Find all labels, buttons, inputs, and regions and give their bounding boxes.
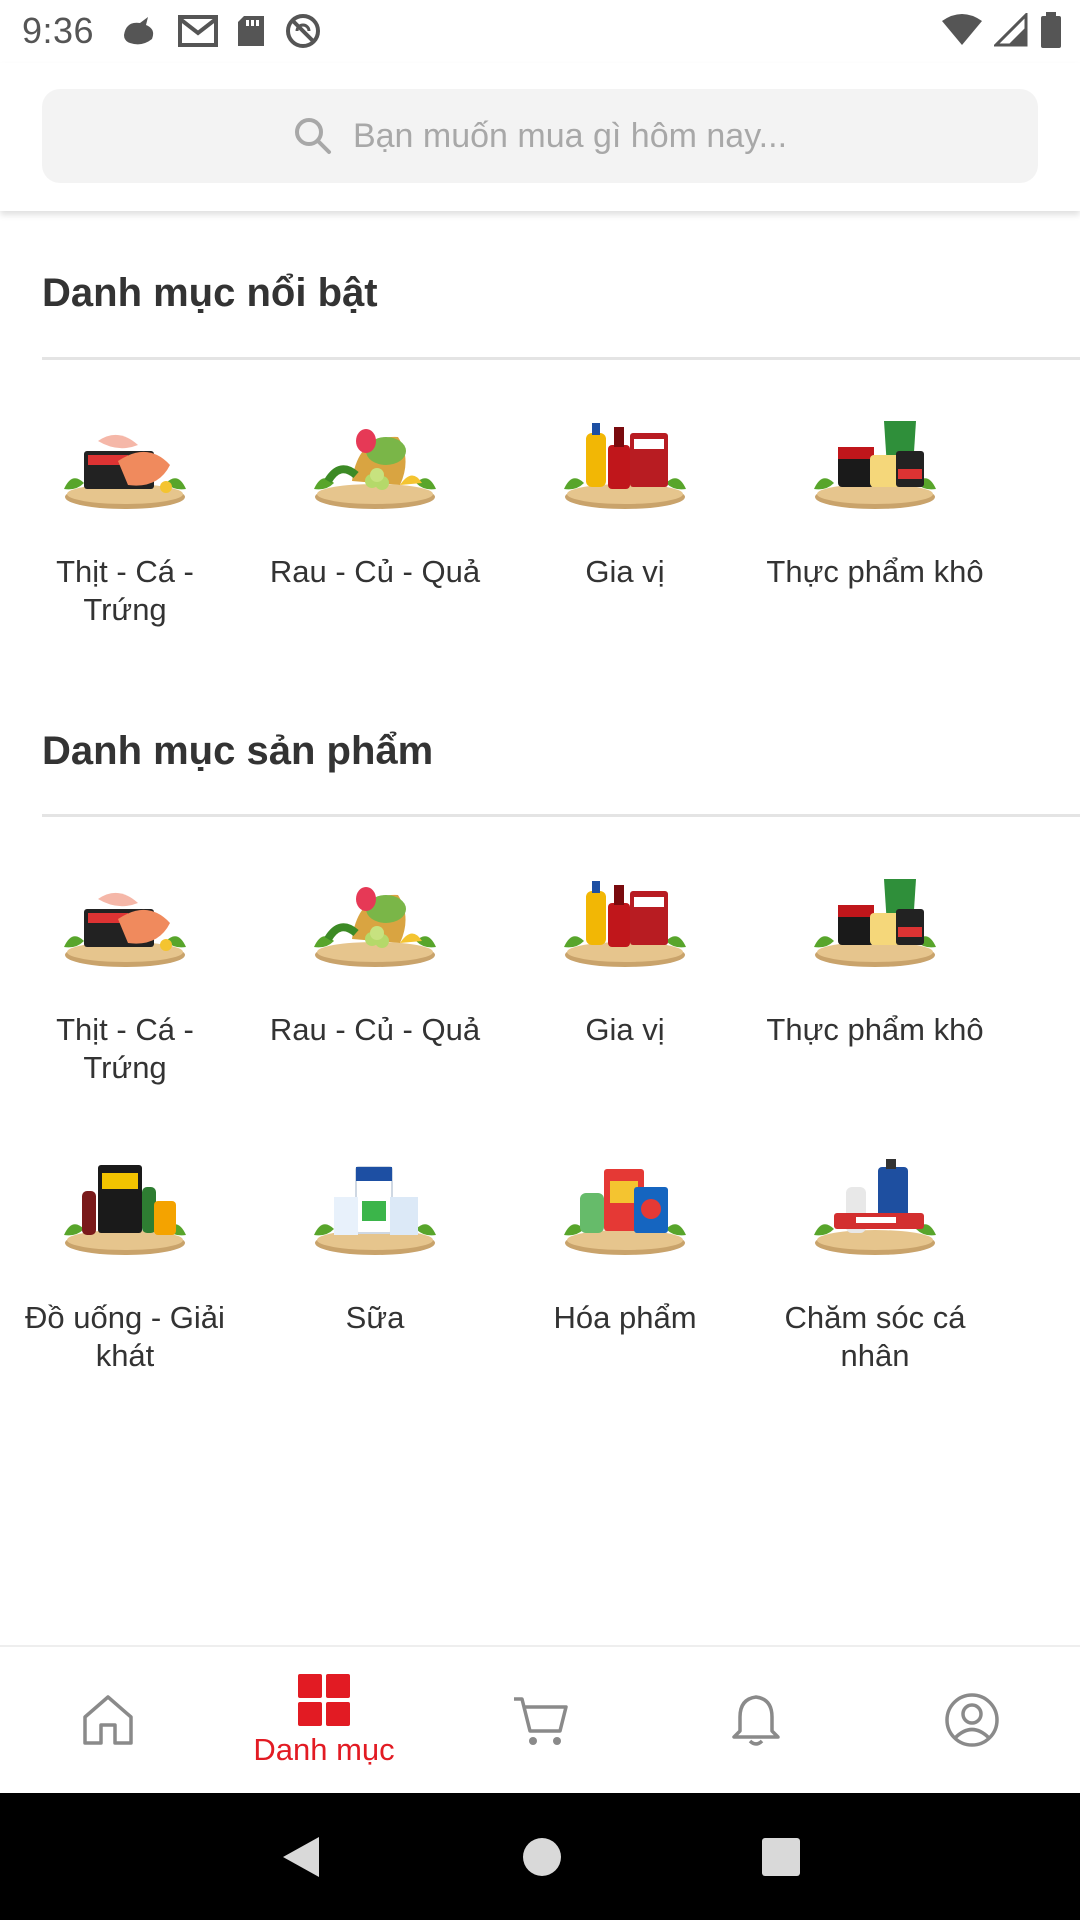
featured-item-vegetables[interactable]: Rau - Củ - Quả [250, 411, 500, 629]
spices-icon [564, 881, 686, 967]
nav-home[interactable] [0, 1647, 216, 1793]
featured-title: Danh mục nổi bật [42, 271, 378, 315]
category-label: Thịt - Cá - Trứng [56, 1012, 194, 1085]
category-label: Rau - Củ - Quả [269, 1012, 481, 1047]
category-label: Thịt - Cá - Trứng [56, 554, 194, 627]
signal-icon [994, 13, 1028, 47]
category-label: Gia vị [585, 554, 665, 589]
spices-icon [564, 423, 686, 509]
category-label: Hóa phẩm [553, 1300, 697, 1335]
product-item-milk[interactable]: Sữa [250, 1157, 500, 1375]
featured-divider [42, 357, 1080, 360]
category-icon [298, 1674, 350, 1726]
product-item-personal-care[interactable]: Chăm sóc cá nhân [750, 1157, 1000, 1375]
notification-icons [120, 12, 322, 50]
product-item-beverages[interactable]: Đồ uống - Giải khát [0, 1157, 250, 1375]
nav-category[interactable]: Danh mục [216, 1647, 432, 1793]
category-label: Đồ uống - Giải khát [25, 1300, 225, 1373]
meat-fish-egg-icon [64, 892, 186, 967]
search-icon [294, 118, 331, 154]
nav-account[interactable] [864, 1647, 1080, 1793]
gmail-icon [178, 15, 218, 47]
product-item-dry-food[interactable]: Thực phẩm khô [750, 869, 1000, 1087]
category-label: Gia vị [585, 1012, 665, 1047]
home-button-icon[interactable] [521, 1836, 563, 1878]
dry-food-icon [814, 421, 936, 509]
dry-food-icon [814, 879, 936, 967]
wifi-icon [942, 14, 982, 45]
status-time: 9:36 [22, 10, 95, 51]
sd-card-icon [238, 16, 264, 46]
products-divider [42, 814, 1080, 817]
back-icon[interactable] [279, 1833, 323, 1881]
featured-item-dry-food[interactable]: Thực phẩm khô [750, 411, 1000, 629]
category-label: Thực phẩm khô [766, 1012, 984, 1047]
search-input[interactable]: Bạn muốn mua gì hôm nay... [42, 89, 1038, 183]
vegetables-fruits-icon [314, 887, 436, 967]
bell-icon [732, 1695, 780, 1746]
status-bar: 9:36 [0, 0, 1080, 63]
cart-icon [514, 1697, 568, 1745]
beverages-icon [64, 1165, 186, 1255]
product-item-spices[interactable]: Gia vị [500, 869, 750, 1087]
category-label: Chăm sóc cá nhân [784, 1300, 966, 1373]
search-header: Bạn muốn mua gì hôm nay... [0, 63, 1080, 211]
no-sync-icon [286, 14, 320, 48]
meat-fish-egg-icon [64, 434, 186, 509]
products-title: Danh mục sản phẩm [42, 729, 434, 773]
featured-item-meat[interactable]: Thịt - Cá - Trứng [0, 411, 250, 629]
nav-notifications[interactable] [648, 1647, 864, 1793]
category-label: Rau - Củ - Quả [269, 554, 481, 589]
account-icon [945, 1693, 999, 1747]
system-nav-bar [0, 1793, 1080, 1920]
featured-item-spices[interactable]: Gia vị [500, 411, 750, 629]
milk-icon [314, 1166, 436, 1255]
home-icon [83, 1695, 133, 1745]
product-item-vegetables[interactable]: Rau - Củ - Quả [250, 869, 500, 1087]
personal-care-icon [814, 1159, 936, 1255]
recents-icon[interactable] [761, 1837, 801, 1877]
product-item-detergent[interactable]: Hóa phẩm [500, 1157, 750, 1375]
bottom-nav: Danh mục [0, 1645, 1080, 1793]
category-label: Thực phẩm khô [766, 554, 984, 589]
nav-cart[interactable] [432, 1647, 648, 1793]
nav-category-label: Danh mục [253, 1732, 395, 1767]
featured-grid: Thịt - Cá - Trứng Rau - Củ - Quả Gia vị … [0, 411, 1080, 629]
detergent-icon [564, 1169, 686, 1255]
product-item-meat[interactable]: Thịt - Cá - Trứng [0, 869, 250, 1087]
products-grid: Thịt - Cá - Trứng Rau - Củ - Quả Gia vị … [0, 869, 1080, 1375]
vegetables-fruits-icon [314, 429, 436, 509]
battery-icon [1041, 12, 1061, 48]
search-placeholder: Bạn muốn mua gì hôm nay... [352, 116, 788, 155]
bird-icon [124, 17, 154, 45]
system-status-icons [942, 12, 1062, 48]
category-label: Sữa [345, 1300, 405, 1335]
